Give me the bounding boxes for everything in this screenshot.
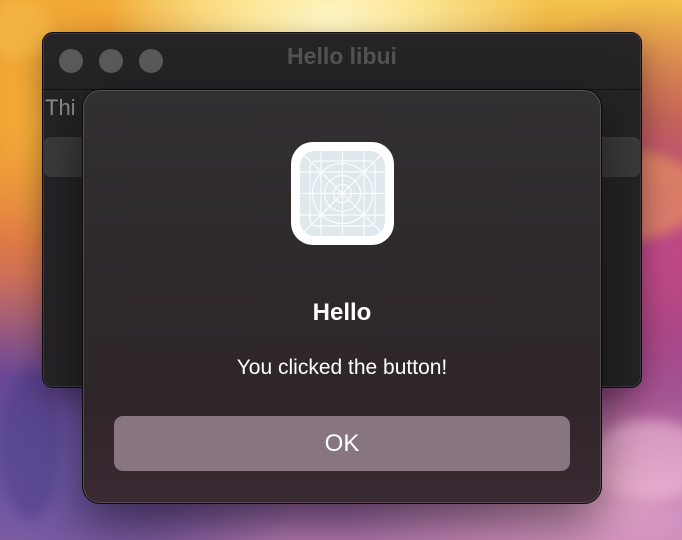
window-titlebar: Hello libui	[43, 33, 641, 90]
app-icon-grid	[300, 151, 385, 236]
app-icon	[291, 142, 394, 245]
alert-message: You clicked the button!	[236, 356, 448, 379]
wallpaper-cloud	[0, 370, 60, 520]
window-title: Hello libui	[287, 43, 397, 69]
wallpaper-cloud	[590, 420, 682, 500]
window-label: Thi	[45, 95, 76, 120]
app-template-icon	[300, 151, 385, 236]
alert-title: Hello	[312, 299, 372, 326]
alert-dialog: Hello You clicked the button! OK	[82, 89, 602, 504]
ok-button[interactable]: OK	[114, 416, 570, 471]
